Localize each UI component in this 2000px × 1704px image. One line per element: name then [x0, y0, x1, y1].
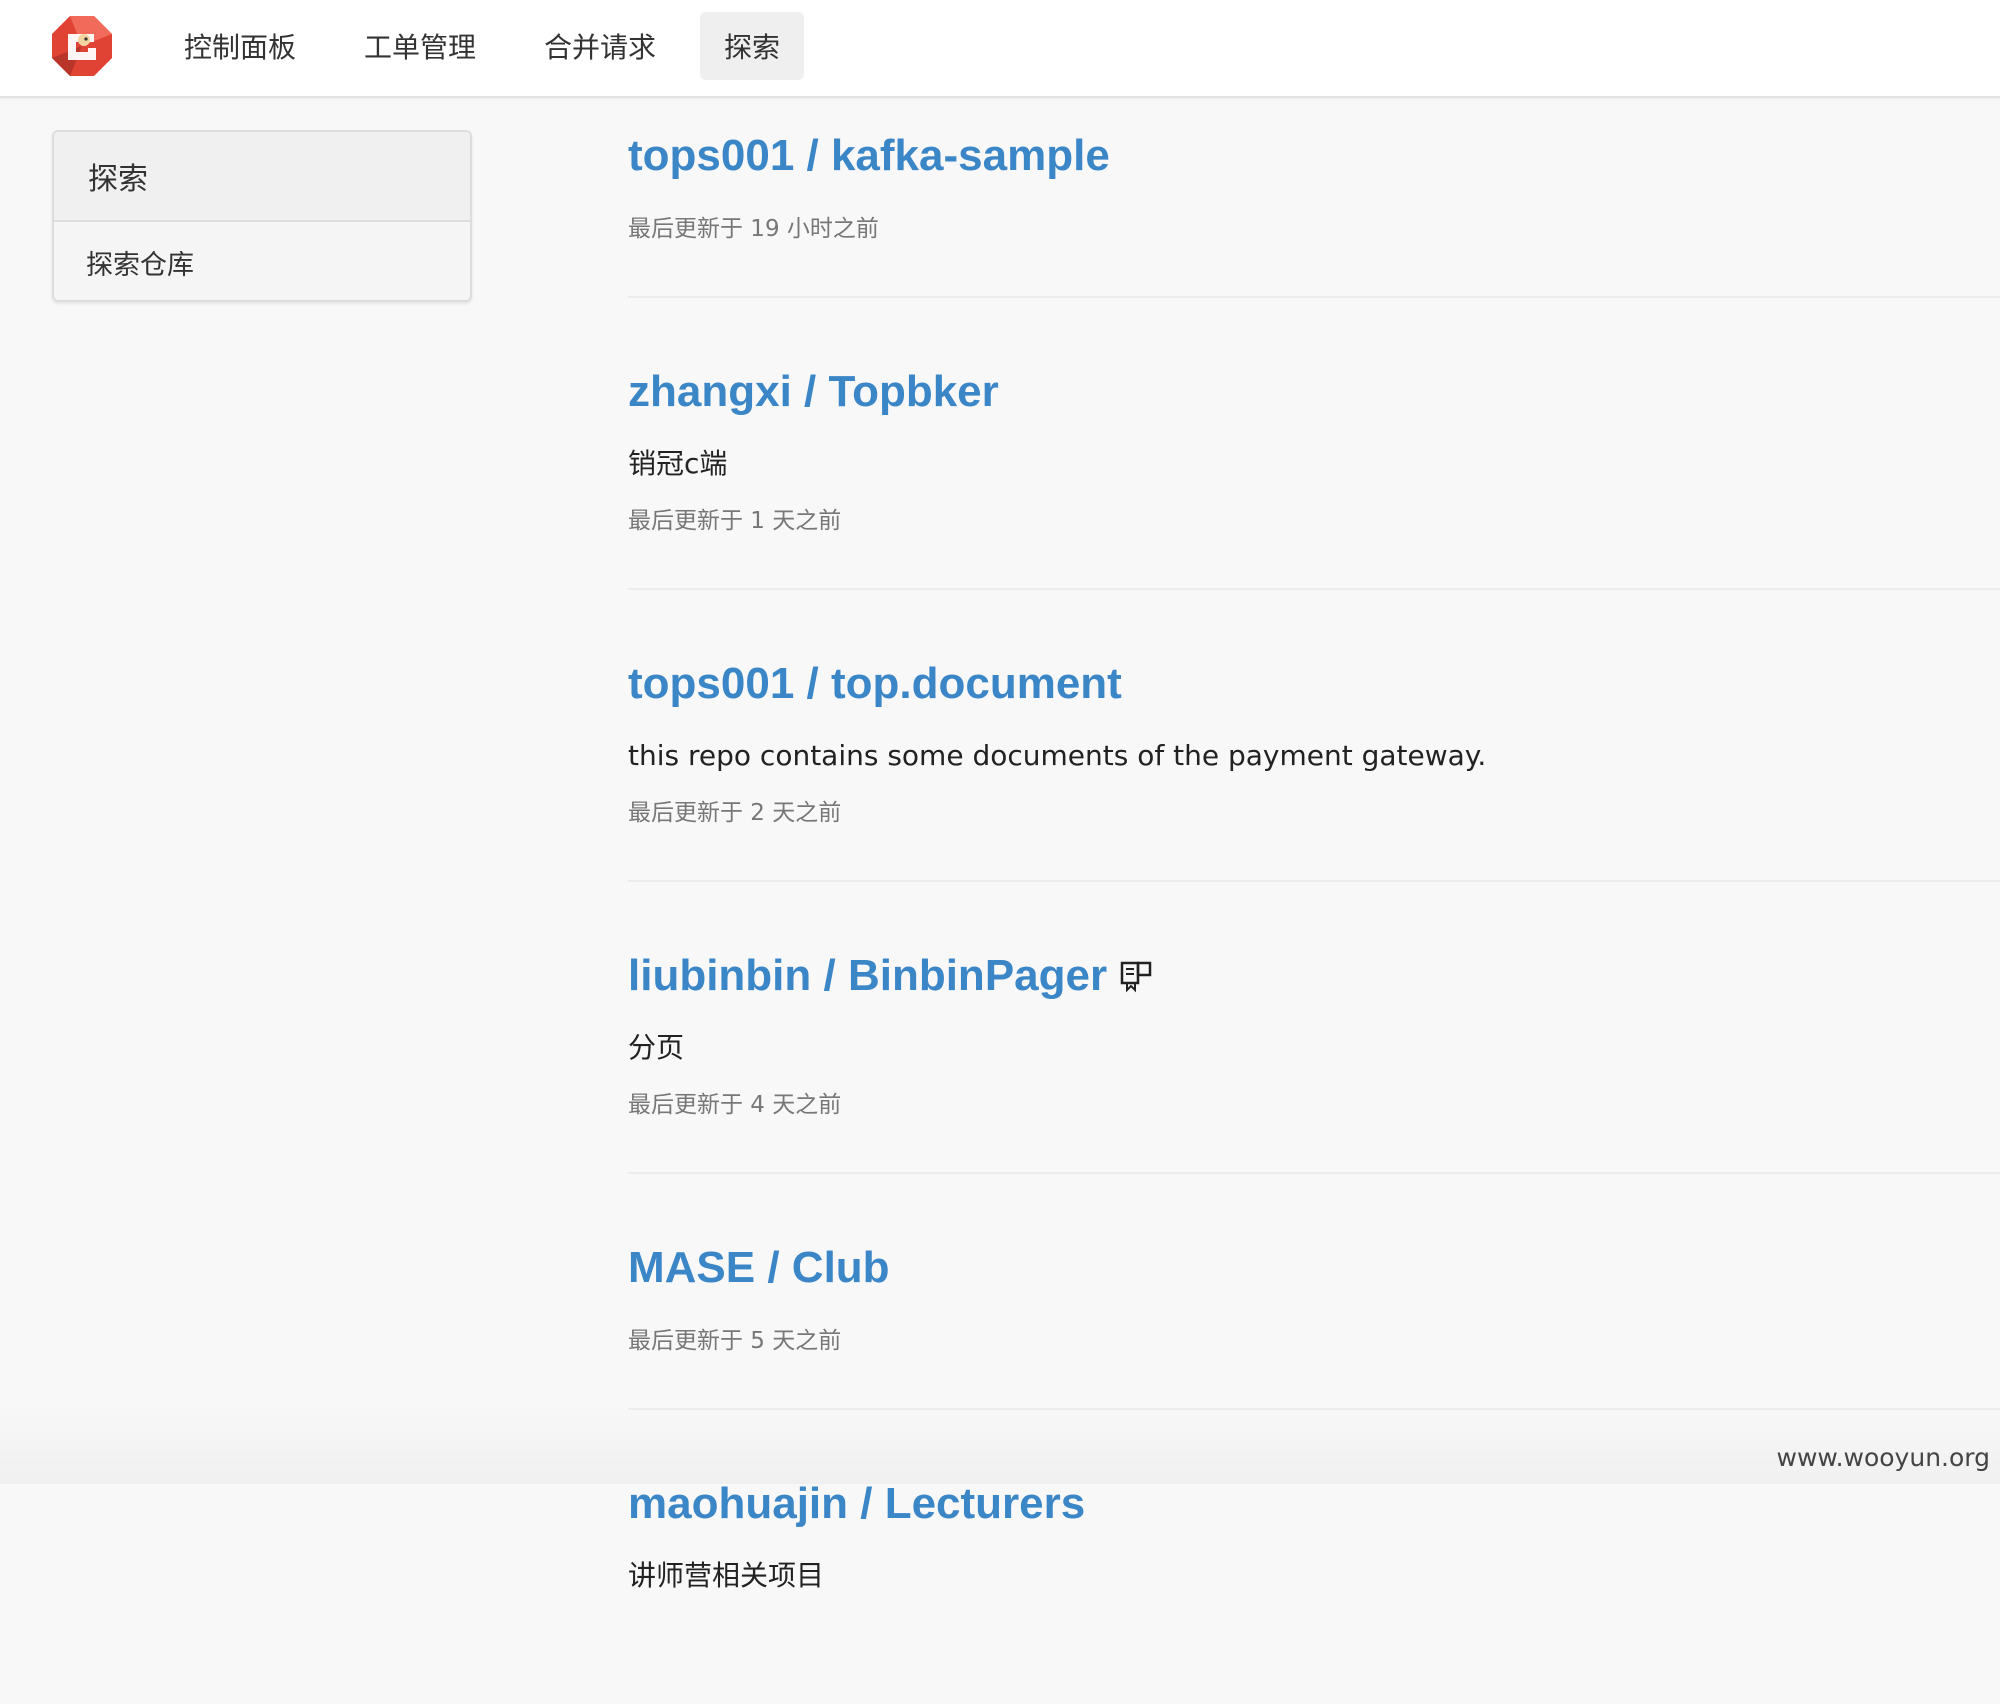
repo-title-link[interactable]: tops001 / kafka-sample	[628, 120, 1110, 192]
repo-title-link[interactable]: tops001 / top.document	[628, 648, 1122, 720]
repo-title-link[interactable]: maohuajin / Lecturers	[628, 1468, 1085, 1540]
repo-description: 讲师营相关项目	[628, 1556, 2000, 1596]
repo-description: this repo contains some documents of the…	[628, 736, 2000, 776]
repo-updated-time: 最后更新于 2 天之前	[628, 796, 2000, 830]
repo-title-row: liubinbin / BinbinPager	[628, 940, 2000, 1012]
repo-item: tops001 / top.document this repo contain…	[628, 648, 2000, 882]
repo-title-link[interactable]: MASE / Club	[628, 1232, 890, 1304]
gogs-logo-icon[interactable]	[50, 14, 114, 78]
repo-item: liubinbin / BinbinPager 分页 最后更新于 4 天之前	[628, 940, 2000, 1174]
repo-description: 销冠c端	[628, 444, 2000, 484]
top-navbar: 控制面板 工单管理 合并请求 探索	[0, 0, 2000, 98]
repo-item: maohuajin / Lecturers 讲师营相关项目	[628, 1468, 2000, 1646]
nav-pull-requests[interactable]: 合并请求	[520, 12, 680, 80]
repo-updated-time: 最后更新于 4 天之前	[628, 1088, 2000, 1122]
sidebar-heading: 探索	[54, 132, 470, 222]
nav-issues[interactable]: 工单管理	[340, 12, 500, 80]
repo-updated-time: 最后更新于 5 天之前	[628, 1324, 2000, 1358]
repo-item: MASE / Club 最后更新于 5 天之前	[628, 1232, 2000, 1410]
explore-sidebar: 探索 探索仓库	[52, 130, 472, 302]
repo-description: 分页	[628, 1028, 2000, 1068]
sidebar-item-explore-repos[interactable]: 探索仓库	[54, 222, 470, 302]
repo-title-link[interactable]: liubinbin / BinbinPager	[628, 940, 1107, 1012]
watermark: www.wooyun.org	[1777, 1443, 1990, 1472]
repo-updated-time: 最后更新于 19 小时之前	[628, 212, 2000, 246]
mirror-icon	[1119, 959, 1153, 993]
nav-dashboard[interactable]: 控制面板	[160, 12, 320, 80]
repo-item: zhangxi / Topbker 销冠c端 最后更新于 1 天之前	[628, 356, 2000, 590]
main-nav: 控制面板 工单管理 合并请求 探索	[160, 12, 824, 80]
nav-explore[interactable]: 探索	[700, 12, 804, 80]
repo-updated-time: 最后更新于 1 天之前	[628, 504, 2000, 538]
repo-item: tops001 / kafka-sample 最后更新于 19 小时之前	[628, 120, 2000, 298]
repo-title-link[interactable]: zhangxi / Topbker	[628, 356, 999, 428]
